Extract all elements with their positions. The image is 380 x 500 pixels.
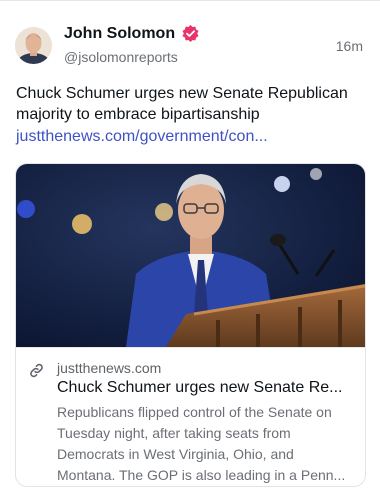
top-divider	[0, 0, 380, 1]
post-timestamp[interactable]: 16m	[336, 38, 363, 54]
verified-badge-icon	[182, 24, 199, 43]
link-preview-card[interactable]: justthenews.com Chuck Schumer urges new …	[15, 163, 366, 487]
card-title[interactable]: Chuck Schumer urges new Senate Re...	[57, 379, 353, 397]
post-link[interactable]: justthenews.com/government/con...	[16, 126, 268, 147]
avatar[interactable]	[15, 27, 52, 64]
author-handle[interactable]: @jsolomonreports	[64, 49, 178, 65]
author-name[interactable]: John Solomon	[64, 25, 175, 43]
card-description: Republicans flipped control of the Senat…	[57, 404, 346, 483]
card-domain: justthenews.com	[57, 360, 162, 376]
card-body: justthenews.com Chuck Schumer urges new …	[16, 347, 365, 486]
article-photo	[16, 164, 365, 347]
post-text: Chuck Schumer urges new Senate Republica…	[16, 85, 348, 123]
author-row: John Solomon	[64, 24, 200, 43]
link-icon	[30, 363, 43, 378]
